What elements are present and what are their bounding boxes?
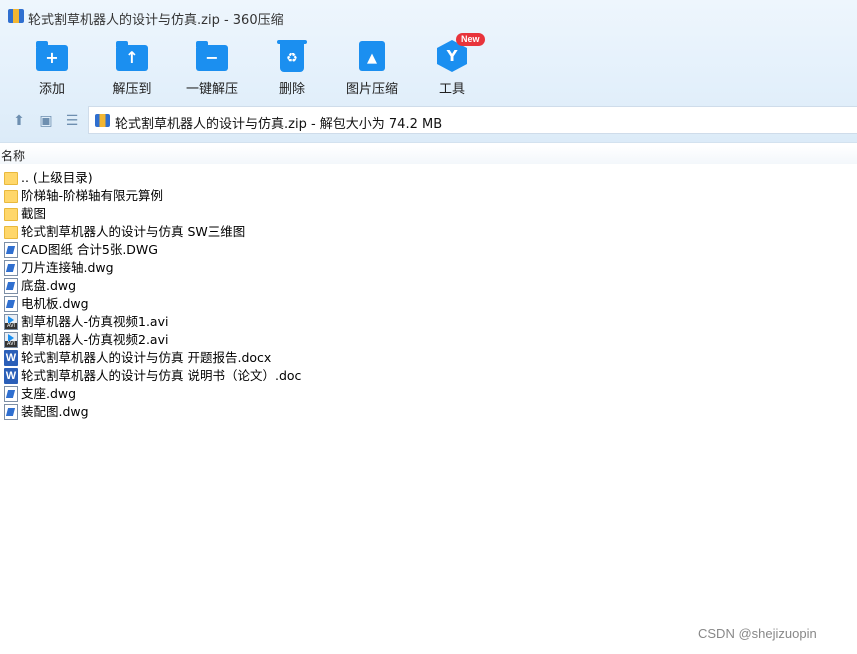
word-file-icon	[4, 350, 18, 366]
top-panel: 轮式割草机器人的设计与仿真.zip - 360压缩 + 添加 ↑ 解压到 − 一…	[0, 0, 857, 143]
list-item[interactable]: 刀片连接轴.dwg	[0, 259, 857, 277]
dwg-file-icon	[4, 386, 18, 402]
add-folder-icon: +	[35, 40, 69, 72]
list-item[interactable]: 装配图.dwg	[0, 403, 857, 421]
list-item[interactable]: 轮式割草机器人的设计与仿真 SW三维图	[0, 223, 857, 241]
delete-button[interactable]: ♻ 删除	[252, 38, 332, 98]
window-title: 轮式割草机器人的设计与仿真.zip - 360压缩	[28, 13, 284, 28]
name-column-header[interactable]: 名称	[0, 146, 857, 164]
file-name: 电机板.dwg	[21, 296, 89, 311]
extract-to-icon: ↑	[115, 40, 149, 72]
dwg-file-icon	[4, 278, 18, 294]
title-bar: 轮式割草机器人的设计与仿真.zip - 360压缩	[0, 0, 857, 34]
file-name: 截图	[21, 206, 47, 221]
file-name: 轮式割草机器人的设计与仿真 SW三维图	[21, 224, 246, 239]
list-item[interactable]: 电机板.dwg	[0, 295, 857, 313]
app-icon	[8, 9, 24, 23]
one-click-extract-button[interactable]: − 一键解压	[172, 38, 252, 98]
folder-icon	[4, 172, 18, 185]
address-bar[interactable]: 轮式割草机器人的设计与仿真.zip - 解包大小为 74.2 MB	[88, 106, 857, 134]
file-name: 轮式割草机器人的设计与仿真 开题报告.docx	[21, 350, 272, 365]
toolbar: + 添加 ↑ 解压到 − 一键解压 ♻ 删除 ▲ 图片压缩 Y 工具	[0, 38, 857, 100]
up-level-icon[interactable]: ⬆	[10, 112, 28, 130]
list-item[interactable]: 轮式割草机器人的设计与仿真 开题报告.docx	[0, 349, 857, 367]
zip-archive-icon	[95, 114, 110, 127]
file-name: 支座.dwg	[21, 386, 77, 401]
dwg-file-icon	[4, 260, 18, 276]
delete-label: 删除	[278, 82, 305, 97]
one-click-extract-label: 一键解压	[185, 82, 238, 97]
list-item[interactable]: 底盘.dwg	[0, 277, 857, 295]
one-click-extract-icon: −	[195, 40, 229, 72]
thumbnail-view-icon[interactable]: ▣	[37, 112, 55, 130]
tools-label: 工具	[438, 82, 465, 97]
add-button[interactable]: + 添加	[12, 38, 92, 98]
list-view-icon[interactable]: ☰	[63, 112, 81, 130]
word-file-icon	[4, 368, 18, 384]
tools-button[interactable]: Y 工具	[412, 38, 492, 98]
folder-icon	[4, 226, 18, 239]
list-item[interactable]: CAD图纸 合计5张.DWG	[0, 241, 857, 259]
file-name: 割草机器人-仿真视频2.avi	[21, 332, 169, 347]
list-item[interactable]: 割草机器人-仿真视频1.avi	[0, 313, 857, 331]
video-file-icon	[4, 314, 18, 330]
file-name: 割草机器人-仿真视频1.avi	[21, 314, 169, 329]
file-name: 底盘.dwg	[21, 278, 77, 293]
new-badge: New	[456, 33, 485, 46]
file-list: .. (上级目录) 阶梯轴-阶梯轴有限元算例 截图 轮式割草机器人的设计与仿真 …	[0, 169, 857, 421]
file-name: 轮式割草机器人的设计与仿真 说明书（论文）.doc	[21, 368, 302, 383]
file-name: 阶梯轴-阶梯轴有限元算例	[21, 188, 164, 203]
dwg-file-icon	[4, 404, 18, 420]
archive-path-text: 轮式割草机器人的设计与仿真.zip - 解包大小为 74.2 MB	[115, 117, 443, 132]
list-item[interactable]: 轮式割草机器人的设计与仿真 说明书（论文）.doc	[0, 367, 857, 385]
navigation-bar: ⬆ ▣ ☰ 轮式割草机器人的设计与仿真.zip - 解包大小为 74.2 MB	[0, 106, 857, 136]
video-file-icon	[4, 332, 18, 348]
dwg-file-icon	[4, 296, 18, 312]
add-label: 添加	[38, 82, 65, 97]
extract-to-button[interactable]: ↑ 解压到	[92, 38, 172, 98]
name-column-label: 名称	[1, 149, 26, 163]
folder-icon	[4, 208, 18, 221]
file-name: 装配图.dwg	[21, 404, 89, 419]
list-item[interactable]: 割草机器人-仿真视频2.avi	[0, 331, 857, 349]
file-name: .. (上级目录)	[21, 170, 93, 185]
image-compress-icon: ▲	[355, 40, 389, 72]
folder-icon	[4, 190, 18, 203]
list-item[interactable]: 支座.dwg	[0, 385, 857, 403]
list-item[interactable]: 截图	[0, 205, 857, 223]
dwg-file-icon	[4, 242, 18, 258]
watermark-text: CSDN @shejizuopin	[698, 626, 817, 641]
image-compress-button[interactable]: ▲ 图片压缩	[332, 38, 412, 98]
extract-to-label: 解压到	[112, 82, 152, 97]
trash-icon: ♻	[275, 40, 309, 72]
file-name: 刀片连接轴.dwg	[21, 260, 114, 275]
list-item[interactable]: 阶梯轴-阶梯轴有限元算例	[0, 187, 857, 205]
image-compress-label: 图片压缩	[345, 82, 398, 97]
file-name: CAD图纸 合计5张.DWG	[21, 242, 158, 257]
list-item[interactable]: .. (上级目录)	[0, 169, 857, 187]
